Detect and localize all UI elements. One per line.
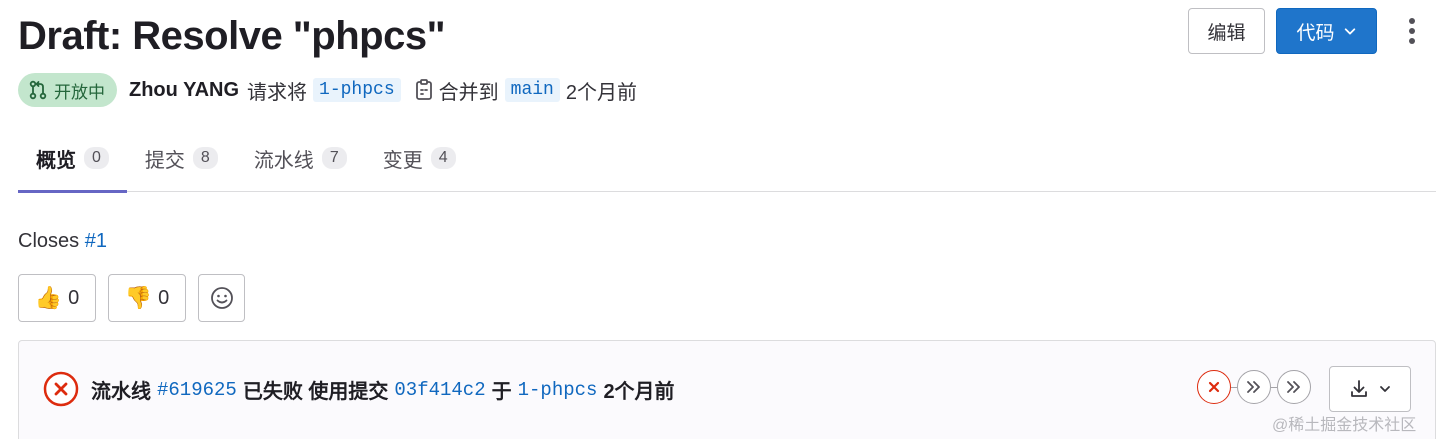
description: Closes #1 <box>18 230 107 253</box>
code-dropdown-button[interactable]: 代码 <box>1276 8 1377 54</box>
stage-skipped[interactable] <box>1237 370 1271 404</box>
stage-skipped[interactable] <box>1277 370 1311 404</box>
tab-commits[interactable]: 提交 8 <box>127 124 236 192</box>
status-label: 开放中 <box>54 82 105 102</box>
pipeline-status-text: 已失败 使用提交 <box>242 381 389 403</box>
pipeline-widget: 流水线 #619625 已失败 使用提交 03f414c2 于 1-phpcs … <box>18 340 1436 439</box>
chevron-down-icon <box>1380 386 1390 392</box>
pipeline-label: 流水线 <box>91 381 151 403</box>
tab-pipelines[interactable]: 流水线 7 <box>236 124 365 192</box>
issue-link[interactable]: #1 <box>85 230 107 252</box>
edit-button[interactable]: 编辑 <box>1188 8 1265 54</box>
tab-label: 概览 <box>36 149 76 172</box>
more-actions-button[interactable] <box>1398 12 1426 50</box>
tab-changes[interactable]: 变更 4 <box>365 124 474 192</box>
add-reaction-button[interactable] <box>198 274 245 322</box>
closes-label: Closes <box>18 230 80 252</box>
kebab-icon <box>1409 18 1415 44</box>
watermark: @稀土掘金技术社区 <box>1272 417 1417 434</box>
thumbs-down-icon: 👎 <box>124 285 153 310</box>
page-title: Draft: Resolve "phpcs" <box>18 14 446 58</box>
thumbs-down-count: 0 <box>158 286 170 309</box>
commit-link[interactable]: 03f414c2 <box>394 379 485 401</box>
thumbs-up-button[interactable]: 👍 0 <box>18 274 96 322</box>
thumbs-down-button[interactable]: 👎 0 <box>108 274 186 322</box>
tab-count: 4 <box>430 147 456 169</box>
pipeline-mini-graph <box>1197 370 1311 404</box>
smiley-icon <box>210 287 233 309</box>
on-text: 于 <box>491 381 512 403</box>
pipeline-branch-link[interactable]: 1-phpcs <box>518 379 598 401</box>
pipeline-summary: 流水线 #619625 已失败 使用提交 03f414c2 于 1-phpcs … <box>91 375 675 404</box>
merge-text: 合并到 <box>438 81 499 104</box>
thumbs-up-icon: 👍 <box>34 285 63 310</box>
copy-branch-button[interactable] <box>415 79 433 101</box>
code-button-label: 代码 <box>1296 22 1335 44</box>
tab-overview[interactable]: 概览 0 <box>18 124 127 193</box>
tab-label: 流水线 <box>253 149 314 172</box>
pipeline-status-failed[interactable] <box>43 371 79 412</box>
tab-label: 提交 <box>144 149 185 172</box>
stage-failed[interactable] <box>1197 370 1231 404</box>
target-branch-link[interactable]: main <box>504 78 560 102</box>
status-failed-icon <box>43 371 79 407</box>
merge-request-meta: 开放中 Zhou YANG 请求将 1-phpcs 合并到 main 2个月前 <box>18 73 637 107</box>
merge-request-open-icon <box>29 80 47 100</box>
tab-count: 0 <box>84 147 109 169</box>
copy-icon <box>415 79 432 100</box>
tab-label: 变更 <box>382 149 423 172</box>
close-icon <box>1208 381 1220 393</box>
author-link[interactable]: Zhou YANG <box>129 79 239 102</box>
status-badge: 开放中 <box>18 73 117 107</box>
thumbs-up-count: 0 <box>68 286 80 309</box>
created-time: 2个月前 <box>565 81 637 104</box>
tab-count: 8 <box>192 147 218 169</box>
pipeline-id-link[interactable]: #619625 <box>157 379 237 401</box>
edit-button-label: 编辑 <box>1207 22 1246 44</box>
chevron-down-icon <box>1344 28 1355 35</box>
merge-request-tabs: 概览 0 提交 8 流水线 7 变更 4 <box>18 124 1436 193</box>
tab-count: 7 <box>321 147 347 169</box>
request-text: 请求将 <box>247 81 308 104</box>
double-chevron-right-icon <box>1287 381 1300 393</box>
pipeline-time: 2个月前 <box>603 381 675 403</box>
source-branch-link[interactable]: 1-phpcs <box>313 78 401 102</box>
download-artifacts-button[interactable] <box>1329 366 1411 412</box>
download-icon <box>1351 380 1367 397</box>
double-chevron-right-icon <box>1247 381 1260 393</box>
